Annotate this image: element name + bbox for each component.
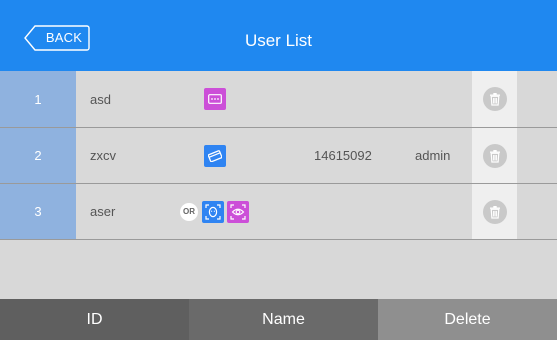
user-id: 2 [0,128,76,183]
footer-bar: ID Name Delete [0,299,557,340]
page-title: User List [244,31,313,50]
user-id: 1 [0,71,76,127]
face-icon [202,200,224,223]
trash-icon[interactable] [483,143,507,168]
credential-icons [204,128,229,183]
credential-icons: OR [180,184,252,239]
user-role: admin [415,148,451,163]
user-info[interactable]: asd [76,71,472,127]
delete-cell [472,71,517,127]
or-badge: OR [180,202,198,221]
delete-cell [472,128,517,183]
credential-icons [204,71,229,127]
user-name: zxcv [90,148,116,163]
password-icon [204,88,226,110]
trash-icon[interactable] [483,199,507,224]
user-name: asd [90,91,111,107]
header-bar: BACK User List [0,0,557,71]
delete-cell [472,184,517,239]
user-row[interactable]: 1 asd [0,71,557,128]
card-number: 14615092 [314,148,372,163]
user-row[interactable]: 2 zxcv 14615092 admin [0,128,557,184]
user-name: aser [90,204,116,219]
trash-icon[interactable] [483,87,507,111]
user-info[interactable]: aser OR [76,184,472,239]
delete-button[interactable]: Delete [378,299,557,340]
name-sort-button[interactable]: Name [189,299,378,340]
user-row[interactable]: 3 aser OR [0,184,557,240]
id-sort-button[interactable]: ID [0,299,189,340]
user-info[interactable]: zxcv 14615092 admin [76,128,472,183]
eye-icon [227,200,249,223]
card-icon [204,144,226,167]
user-list: 1 asd 2 zxcv 14615092 admin 3 aser OR [0,71,557,240]
user-id: 3 [0,184,76,239]
